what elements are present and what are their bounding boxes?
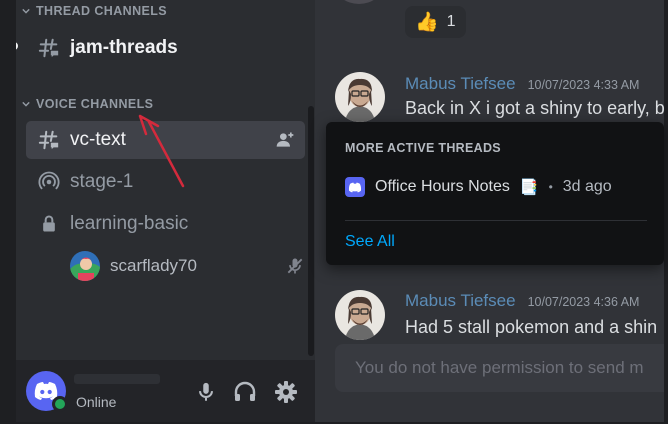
divider xyxy=(345,220,647,221)
active-threads-popup: MORE ACTIVE THREADS Office Hours Notes 📑… xyxy=(326,122,664,265)
create-invite-icon[interactable] xyxy=(275,130,295,150)
category-label: VOICE CHANNELS xyxy=(36,97,154,111)
bookmark-tabs-icon: 📑 xyxy=(519,179,539,196)
voice-user-name: scarflady70 xyxy=(110,256,197,275)
active-thread-item[interactable]: Office Hours Notes 📑 • 3d ago xyxy=(345,177,612,197)
voice-channels-category[interactable]: VOICE CHANNELS xyxy=(22,97,153,111)
popup-title: MORE ACTIVE THREADS xyxy=(345,141,501,155)
avatar[interactable] xyxy=(335,290,385,340)
stage-channel-icon xyxy=(38,171,60,193)
message-input[interactable] xyxy=(355,358,664,378)
microphone-icon xyxy=(199,382,213,401)
message-timestamp: 10/07/2023 4:33 AM xyxy=(527,78,640,92)
see-all-link[interactable]: See All xyxy=(345,233,395,251)
channel-label: learning-basic xyxy=(70,213,189,234)
avatar[interactable] xyxy=(335,72,385,122)
channel-label: stage-1 xyxy=(70,171,134,192)
avatar xyxy=(335,0,383,4)
user-status-text: Online xyxy=(76,394,117,410)
online-status-indicator xyxy=(52,396,68,412)
thread-name: Office Hours Notes xyxy=(375,178,510,195)
chevron-down-icon xyxy=(22,101,30,107)
app-frame-left xyxy=(0,0,16,424)
user-settings-button[interactable] xyxy=(273,379,299,405)
message-author[interactable]: Mabus Tiefsee xyxy=(405,291,516,311)
username-redacted xyxy=(74,374,160,384)
separator-dot: • xyxy=(548,180,553,194)
muted-microphone-icon xyxy=(287,258,303,274)
channel-jam-threads[interactable]: jam-threads xyxy=(16,29,305,67)
microphone-button[interactable] xyxy=(193,379,219,405)
channel-stage-1[interactable]: stage-1 xyxy=(26,163,305,201)
thumbs-up-icon: 👍 xyxy=(415,11,439,33)
unread-indicator xyxy=(16,42,18,50)
channel-sidebar: THREAD CHANNELS jam-threads VOICE CHANNE… xyxy=(16,0,315,424)
category-label: THREAD CHANNELS xyxy=(36,4,167,18)
thread-age: 3d ago xyxy=(562,178,612,195)
thread-channel-icon xyxy=(38,37,60,59)
sidebar-scrollbar[interactable] xyxy=(308,106,314,356)
headphones-icon xyxy=(234,381,256,401)
message-author[interactable]: Mabus Tiefsee xyxy=(405,74,516,94)
thread-channels-category[interactable]: THREAD CHANNELS xyxy=(22,4,167,18)
server-icon xyxy=(345,177,365,197)
channel-label: jam-threads xyxy=(70,37,178,58)
channel-label: vc-text xyxy=(70,129,126,150)
reaction-count: 1 xyxy=(446,13,456,30)
message-text: Back in X i got a shiny to early, b xyxy=(405,98,664,118)
message-header: Mabus Tiefsee 10/07/2023 4:33 AM xyxy=(405,74,639,94)
channel-learning-basic[interactable]: learning-basic xyxy=(26,205,305,243)
voice-connected-user[interactable]: scarflady70 xyxy=(70,250,305,282)
lock-icon xyxy=(38,213,60,235)
deafen-button[interactable] xyxy=(232,379,258,405)
reaction-button[interactable]: 👍 1 xyxy=(405,6,466,38)
thread-channel-icon xyxy=(38,129,60,151)
app-frame-right xyxy=(664,0,668,424)
message-timestamp: 10/07/2023 4:36 AM xyxy=(527,295,640,309)
user-panel: Online xyxy=(16,360,315,424)
avatar xyxy=(70,251,100,281)
chevron-down-icon xyxy=(22,8,30,14)
message-header: Mabus Tiefsee 10/07/2023 4:36 AM xyxy=(405,291,639,311)
gear-icon xyxy=(275,381,297,403)
message-composer[interactable] xyxy=(335,344,664,392)
channel-vc-text[interactable]: vc-text xyxy=(26,121,305,159)
message-text: Had 5 stall pokemon and a shin xyxy=(405,317,658,337)
